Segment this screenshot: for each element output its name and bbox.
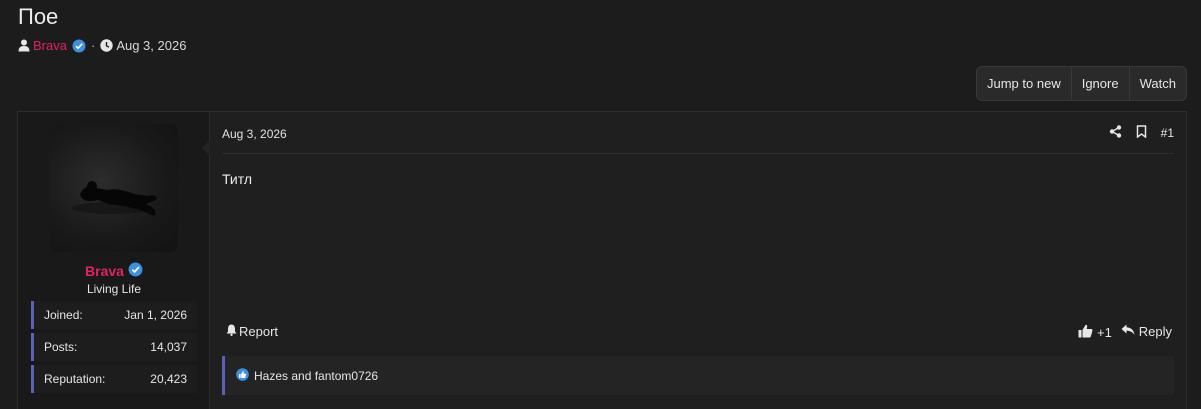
stat-label: Joined: bbox=[44, 308, 83, 322]
reply-icon bbox=[1121, 324, 1135, 339]
like-reaction-icon bbox=[236, 367, 249, 384]
watch-button[interactable]: Watch bbox=[1128, 67, 1186, 100]
ignore-button[interactable]: Ignore bbox=[1070, 67, 1129, 100]
reply-label: Reply bbox=[1138, 324, 1172, 339]
stat-reputation: Reputation: 20,423 bbox=[31, 365, 197, 393]
post-actions: #1 bbox=[1095, 125, 1174, 141]
post-arrow bbox=[202, 140, 210, 156]
post-user-cell: Brava Living Life Joined: Jan 1, 2026 Po… bbox=[18, 112, 210, 409]
thread-author-link[interactable]: Brava bbox=[33, 38, 67, 53]
thread-date: Aug 3, 2026 bbox=[116, 38, 187, 53]
verified-icon bbox=[72, 39, 86, 53]
report-label: Report bbox=[239, 324, 279, 339]
post: Brava Living Life Joined: Jan 1, 2026 Po… bbox=[17, 111, 1187, 409]
clock-icon bbox=[100, 39, 114, 52]
thread-toolbar: Jump to new Ignore Watch bbox=[976, 66, 1187, 101]
verified-icon bbox=[124, 262, 143, 280]
reply-button[interactable]: Reply bbox=[1117, 324, 1172, 339]
user-icon bbox=[18, 39, 30, 52]
stat-posts: Posts: 14,037 bbox=[31, 333, 197, 361]
report-button[interactable]: Report bbox=[224, 324, 278, 339]
meta-separator: · bbox=[90, 38, 96, 53]
stat-joined: Joined: Jan 1, 2026 bbox=[31, 301, 197, 329]
stat-label: Posts: bbox=[44, 340, 78, 354]
reactions-bar: Hazes and fantom0726 bbox=[222, 356, 1174, 395]
post-body: Титл bbox=[222, 171, 253, 187]
user-title: Living Life bbox=[86, 282, 142, 296]
thread-title: Пое bbox=[18, 4, 59, 29]
post-message-cell: Aug 3, 2026 #1 Титл Report +1 Reply Haze… bbox=[210, 112, 1186, 409]
thumbs-up-icon bbox=[1078, 324, 1093, 341]
reactions-text[interactable]: Hazes and fantom0726 bbox=[254, 369, 378, 383]
post-header-divider bbox=[222, 153, 1174, 154]
stat-label: Reputation: bbox=[44, 372, 106, 386]
bell-icon bbox=[226, 324, 237, 339]
post-username: Brava bbox=[18, 262, 210, 280]
react-button[interactable]: +1 bbox=[1074, 324, 1112, 341]
stat-value: 14,037 bbox=[150, 340, 187, 354]
post-username-link[interactable]: Brava bbox=[85, 263, 124, 279]
bookmark-icon[interactable] bbox=[1136, 125, 1147, 141]
share-icon[interactable] bbox=[1109, 125, 1122, 141]
avatar[interactable] bbox=[50, 124, 178, 252]
thread-meta: Brava · Aug 3, 2026 bbox=[18, 38, 186, 53]
stat-value: 20,423 bbox=[150, 372, 187, 386]
post-number-link[interactable]: #1 bbox=[1161, 126, 1174, 140]
post-date[interactable]: Aug 3, 2026 bbox=[222, 127, 287, 141]
reaction-count: +1 bbox=[1097, 325, 1112, 340]
stat-value: Jan 1, 2026 bbox=[124, 308, 187, 322]
jump-to-new-button[interactable]: Jump to new bbox=[977, 67, 1071, 100]
